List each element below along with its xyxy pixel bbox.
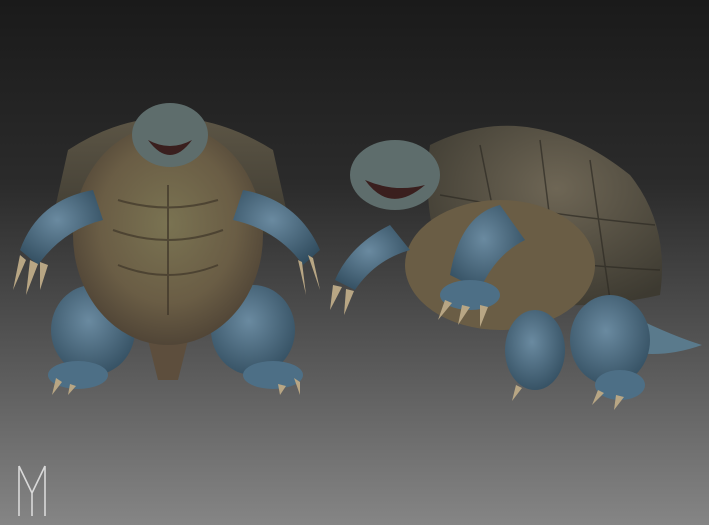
render-viewport [0, 0, 709, 525]
back-front-leg [505, 310, 565, 390]
creature-front-view [8, 90, 328, 395]
head [350, 140, 440, 210]
hind-foot [595, 370, 645, 400]
creature-side-view [330, 105, 705, 410]
right-foot [243, 361, 303, 389]
head [132, 103, 208, 167]
raised-arm [335, 225, 410, 290]
artist-logo-watermark [16, 463, 48, 519]
